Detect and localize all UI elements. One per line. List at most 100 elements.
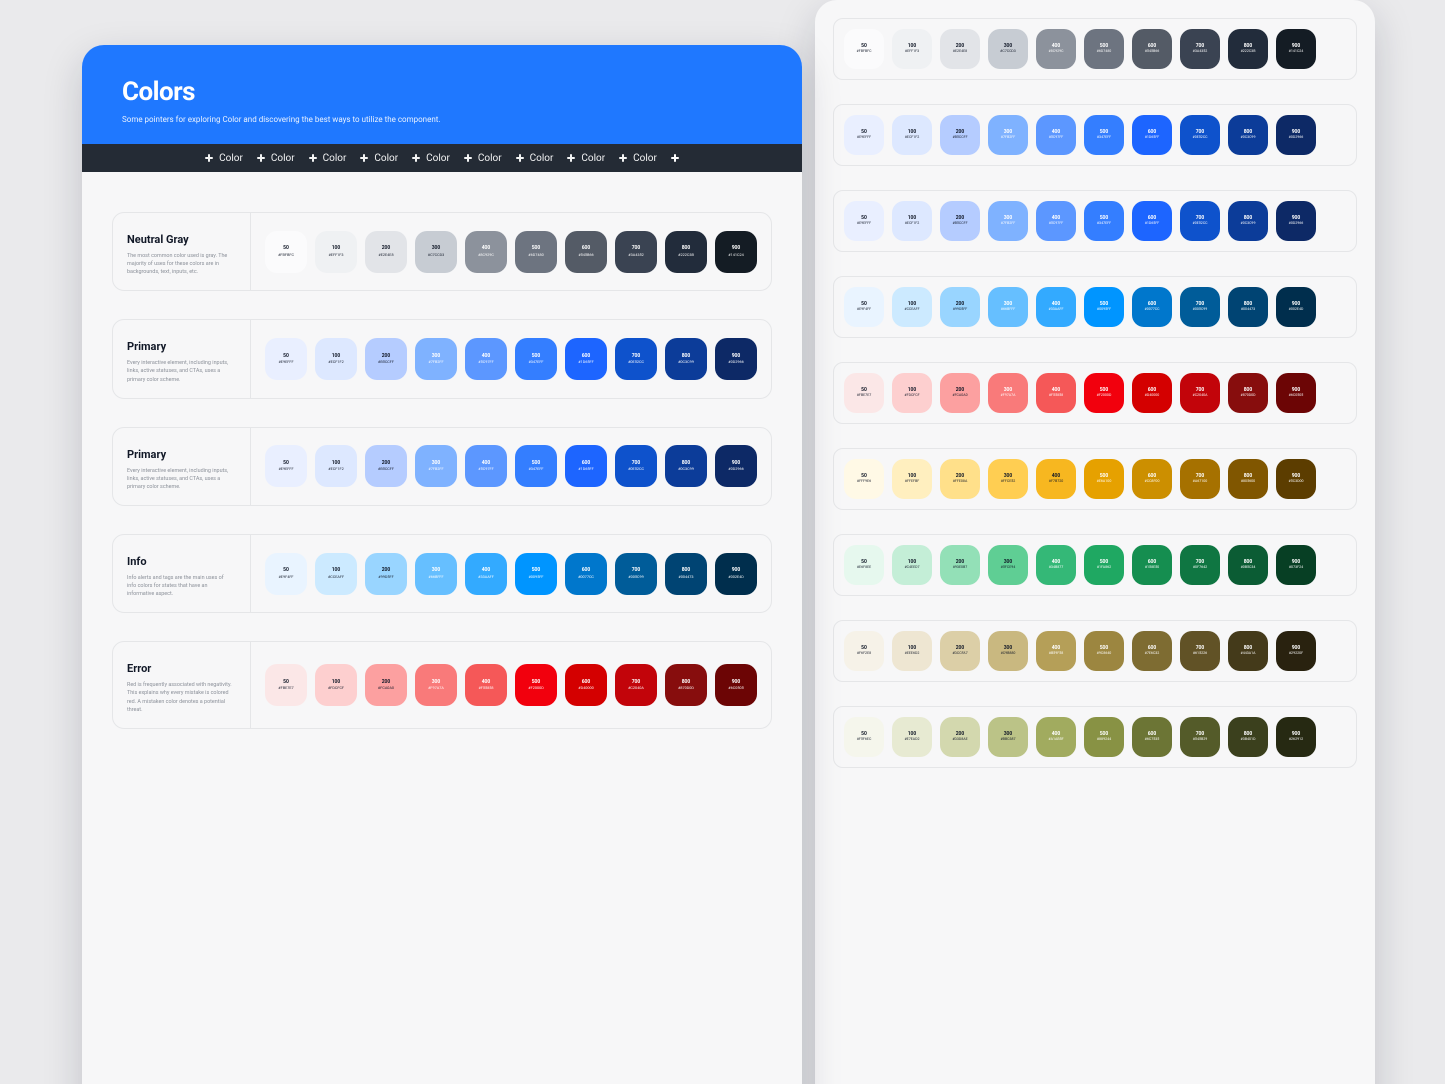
- color-swatch[interactable]: 700#005C99: [1180, 287, 1220, 327]
- color-swatch[interactable]: 900#0D2966: [715, 445, 757, 487]
- color-swatch[interactable]: 400#33AAFF: [465, 553, 507, 595]
- color-swatch[interactable]: 100#FDCFCF: [315, 664, 357, 706]
- color-swatch[interactable]: 400#33AAFF: [1036, 287, 1076, 327]
- color-swatch[interactable]: 600#D40000: [565, 664, 607, 706]
- color-swatch[interactable]: 200#99D5FF: [365, 553, 407, 595]
- color-swatch[interactable]: 300#66BFFF: [988, 287, 1028, 327]
- nav-item-color[interactable]: Color: [516, 153, 554, 164]
- color-swatch[interactable]: 600#1D65FF: [1132, 201, 1172, 241]
- color-swatch[interactable]: 500#889244: [1084, 717, 1124, 757]
- color-swatch[interactable]: 100#ECF1F2: [315, 338, 357, 380]
- color-swatch[interactable]: 100#ECF1F2: [315, 445, 357, 487]
- color-swatch[interactable]: 50#E9EFFF: [844, 201, 884, 241]
- color-swatch[interactable]: 600#D40000: [1132, 373, 1172, 413]
- color-swatch[interactable]: 100#EFF1F3: [315, 231, 357, 273]
- nav-item-color[interactable]: Color: [309, 153, 347, 164]
- color-swatch[interactable]: 50#FFF9E6: [844, 459, 884, 499]
- color-swatch[interactable]: 300#C9B880: [988, 631, 1028, 671]
- color-swatch[interactable]: 400#5C97FF: [1036, 201, 1076, 241]
- color-swatch[interactable]: 100#FFEFBF: [892, 459, 932, 499]
- color-swatch[interactable]: 900#262912: [1276, 717, 1316, 757]
- color-swatch[interactable]: 400#8C929C: [465, 231, 507, 273]
- color-swatch[interactable]: 100#C4EED7: [892, 545, 932, 585]
- color-swatch[interactable]: 600#7E6C32: [1132, 631, 1172, 671]
- color-swatch[interactable]: 500#F2000D: [515, 664, 557, 706]
- color-swatch[interactable]: 300#5FCE94: [988, 545, 1028, 585]
- color-swatch[interactable]: 300#7FB2FF: [415, 338, 457, 380]
- color-swatch[interactable]: 100#E7EAD2: [892, 717, 932, 757]
- color-swatch[interactable]: 500#347EFF: [1084, 201, 1124, 241]
- color-swatch[interactable]: 900#0D2966: [1276, 115, 1316, 155]
- color-swatch[interactable]: 200#B5CCFF: [365, 445, 407, 487]
- color-swatch[interactable]: 800#443A1A: [1228, 631, 1268, 671]
- nav-item-color[interactable]: Color: [464, 153, 502, 164]
- color-swatch[interactable]: 800#870D0D: [665, 664, 707, 706]
- color-swatch[interactable]: 600#CC8F00: [1132, 459, 1172, 499]
- color-swatch[interactable]: 800#0C3C99: [665, 445, 707, 487]
- color-swatch[interactable]: 400#8C929C: [1036, 29, 1076, 69]
- color-swatch[interactable]: 400#F55858: [465, 664, 507, 706]
- color-swatch[interactable]: 300#7FB2FF: [988, 115, 1028, 155]
- color-swatch[interactable]: 100#EEE6D2: [892, 631, 932, 671]
- color-swatch[interactable]: 700#A67100: [1180, 459, 1220, 499]
- color-swatch[interactable]: 400#5C97FF: [1036, 115, 1076, 155]
- color-swatch[interactable]: 900#6C0505: [1276, 373, 1316, 413]
- color-swatch[interactable]: 200#B5CCFF: [940, 115, 980, 155]
- color-swatch[interactable]: 900#5C3D00: [1276, 459, 1316, 499]
- color-swatch[interactable]: 900#141C24: [1276, 29, 1316, 69]
- color-swatch[interactable]: 800#0C3C99: [665, 338, 707, 380]
- color-swatch[interactable]: 700#545B29: [1180, 717, 1220, 757]
- color-swatch[interactable]: 300#FFCE52: [988, 459, 1028, 499]
- color-swatch[interactable]: 100#ECF1F2: [892, 115, 932, 155]
- color-swatch[interactable]: 200#DCCFA7: [940, 631, 980, 671]
- color-swatch[interactable]: 300#F97A7A: [988, 373, 1028, 413]
- color-swatch[interactable]: 700#615226: [1180, 631, 1220, 671]
- color-swatch[interactable]: 800#004473: [665, 553, 707, 595]
- color-swatch[interactable]: 700#0E52CC: [615, 338, 657, 380]
- color-swatch[interactable]: 500#0095FF: [515, 553, 557, 595]
- color-swatch[interactable]: 50#E9EFFF: [265, 445, 307, 487]
- color-swatch[interactable]: 50#E6F8EE: [844, 545, 884, 585]
- color-swatch[interactable]: 50#F5F6EC: [844, 717, 884, 757]
- nav-item-color[interactable]: Color: [205, 153, 243, 164]
- color-swatch[interactable]: 50#FBE7E7: [265, 664, 307, 706]
- color-swatch[interactable]: 200#B5CCFF: [365, 338, 407, 380]
- color-swatch[interactable]: 50#FBFBFC: [265, 231, 307, 273]
- color-swatch[interactable]: 600#0077CC: [1132, 287, 1172, 327]
- color-swatch[interactable]: 700#005C99: [615, 553, 657, 595]
- nav-item-color[interactable]: Color: [257, 153, 295, 164]
- color-swatch[interactable]: 900#0D2966: [1276, 201, 1316, 241]
- nav-item-color[interactable]: Color: [412, 153, 450, 164]
- color-swatch[interactable]: 200#FFE08A: [940, 459, 980, 499]
- color-swatch[interactable]: 300#7FB2FF: [415, 445, 457, 487]
- color-swatch[interactable]: 600#1D65FF: [565, 338, 607, 380]
- color-swatch[interactable]: 900#6C0505: [715, 664, 757, 706]
- color-swatch[interactable]: 50#F6F2E8: [844, 631, 884, 671]
- color-swatch[interactable]: 900#0D2966: [715, 338, 757, 380]
- color-swatch[interactable]: 500#347EFF: [1084, 115, 1124, 155]
- color-swatch[interactable]: 500#0095FF: [1084, 287, 1124, 327]
- color-swatch[interactable]: 200#99D5FF: [940, 287, 980, 327]
- color-swatch[interactable]: 700#3A4352: [615, 231, 657, 273]
- color-swatch[interactable]: 800#0C3C99: [1228, 115, 1268, 155]
- color-swatch[interactable]: 100#CCEAFF: [892, 287, 932, 327]
- color-swatch[interactable]: 100#EFF1F3: [892, 29, 932, 69]
- color-swatch[interactable]: 300#C7CCD3: [415, 231, 457, 273]
- color-swatch[interactable]: 400#34B877: [1036, 545, 1076, 585]
- color-swatch[interactable]: 400#F7B720: [1036, 459, 1076, 499]
- color-swatch[interactable]: 600#158E50: [1132, 545, 1172, 585]
- color-swatch[interactable]: 50#E9F4FF: [844, 287, 884, 327]
- color-swatch[interactable]: 500#347EFF: [515, 338, 557, 380]
- color-swatch[interactable]: 300#BBC387: [988, 717, 1028, 757]
- color-swatch[interactable]: 900#141C24: [715, 231, 757, 273]
- color-swatch[interactable]: 400#A1AB5F: [1036, 717, 1076, 757]
- color-swatch[interactable]: 900#002E4D: [1276, 287, 1316, 327]
- color-swatch[interactable]: 300#66BFFF: [415, 553, 457, 595]
- color-swatch[interactable]: 500#9C8640: [1084, 631, 1124, 671]
- color-swatch[interactable]: 400#5C97FF: [465, 445, 507, 487]
- color-swatch[interactable]: 400#B59F58: [1036, 631, 1076, 671]
- color-swatch[interactable]: 800#870D0D: [1228, 373, 1268, 413]
- color-swatch[interactable]: 200#B5CCFF: [940, 201, 980, 241]
- color-swatch[interactable]: 200#FCA0A0: [365, 664, 407, 706]
- color-swatch[interactable]: 700#0E52CC: [1180, 201, 1220, 241]
